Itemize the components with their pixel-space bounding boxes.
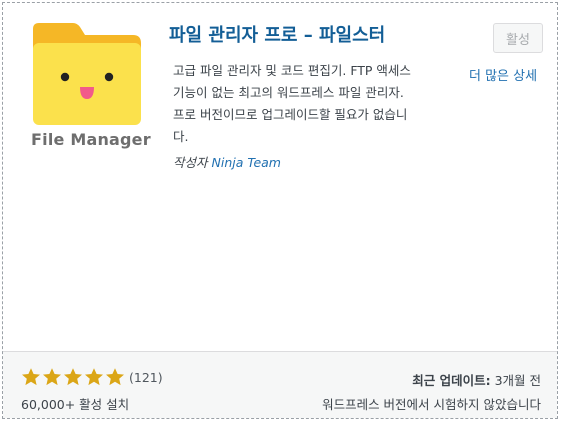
star-icon [85,368,103,386]
star-rating: (121) [21,367,163,387]
author-label: 작성자 [173,155,208,170]
rating-count[interactable]: (121) [129,370,163,385]
last-updated-label: 최근 업데이트: [412,373,491,388]
folder-icon [33,23,141,125]
plugin-title[interactable]: 파일 관리자 프로 – 파일스터 [169,21,385,47]
active-installs: 60,000+ 활성 설치 [21,397,130,412]
last-updated-value: 3개월 전 [494,373,541,388]
star-icon [43,368,61,386]
star-icon [22,368,40,386]
plugin-card-bottom: (121) 60,000+ 활성 설치 최근 업데이트: 3개월 전 워드프레스… [3,351,557,418]
compatibility-notice: 워드프레스 버전에서 시험하지 않았습니다 [322,397,541,412]
plugin-card: File Manager 파일 관리자 프로 – 파일스터 활성 더 많은 상세… [2,2,558,419]
star-icon [64,368,82,386]
author-link[interactable]: Ninja Team [212,155,281,170]
plugin-card-top: File Manager 파일 관리자 프로 – 파일스터 활성 더 많은 상세… [3,3,557,351]
logo-text: File Manager [31,130,151,149]
activate-button[interactable]: 활성 [493,23,543,53]
last-updated: 최근 업데이트: 3개월 전 [412,370,541,389]
plugin-author: 작성자 Ninja Team [173,152,281,171]
star-icon [106,368,124,386]
plugin-description: 고급 파일 관리자 및 코드 편집기. FTP 액세스 기능이 없는 최고의 워… [173,63,411,144]
more-details-link[interactable]: 더 많은 상세 [469,65,537,84]
